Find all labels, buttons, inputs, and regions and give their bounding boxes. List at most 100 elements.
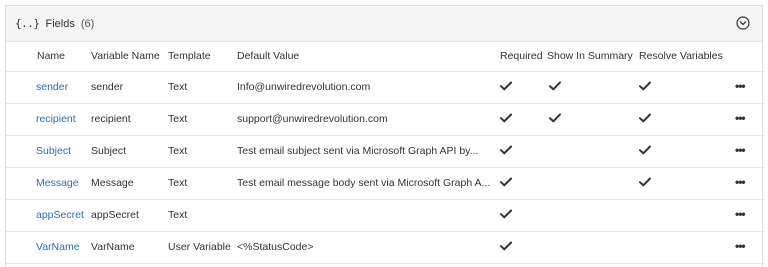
check-icon [639, 113, 651, 122]
resolve-variables-cell [639, 167, 735, 200]
field-name-cell: sender [6, 71, 91, 104]
resolve-variables-cell [639, 103, 735, 136]
field-name-cell: Message [6, 167, 91, 200]
variable-name-cell: recipient [91, 103, 168, 136]
field-name-cell: recipient [6, 103, 91, 136]
show-in-summary-cell [547, 71, 639, 104]
template-cell: Text [168, 199, 237, 232]
variable-name: Message [91, 177, 134, 189]
variable-name-cell: appSecret [91, 199, 168, 232]
col-header-template[interactable]: Template [168, 42, 237, 72]
resolve-variables-cell [639, 135, 735, 168]
resolve-variables-cell [639, 71, 735, 104]
table-row[interactable]: appSecret appSecret Text ••• [6, 199, 764, 232]
table-header-row: Name Variable Name Template Default Valu… [6, 42, 764, 72]
template-value: User Variable [168, 241, 231, 253]
template-cell: Text [168, 71, 237, 104]
required-cell [500, 103, 547, 136]
variable-name: sender [91, 81, 124, 93]
row-actions-cell: ••• [735, 199, 764, 232]
template-value: Text [168, 81, 188, 93]
field-name-link[interactable]: recipient [36, 113, 76, 125]
col-header-variable-name[interactable]: Variable Name [91, 42, 168, 72]
template-cell: User Variable [168, 231, 237, 264]
required-cell [500, 135, 547, 168]
row-actions-cell: ••• [735, 135, 764, 168]
check-icon [639, 177, 651, 186]
more-horizontal-icon[interactable]: ••• [735, 240, 746, 252]
required-cell [500, 71, 547, 104]
col-header-resolve-variables[interactable]: Resolve Variables [639, 42, 735, 72]
default-value: <%StatusCode> [237, 241, 314, 253]
check-icon [639, 145, 651, 154]
col-header-required[interactable]: Required [500, 42, 547, 72]
col-header-actions [735, 42, 764, 72]
variable-name: VarName [91, 241, 135, 253]
check-icon [500, 209, 512, 218]
default-value: Info@unwiredrevolution.com [237, 81, 371, 93]
template-cell: Text [168, 167, 237, 200]
show-in-summary-cell [547, 167, 639, 200]
template-value: Text [168, 177, 188, 189]
check-icon [500, 81, 512, 90]
required-cell [500, 167, 547, 200]
table-row[interactable]: recipient recipient Text support@unwiredrev… [6, 103, 764, 136]
more-horizontal-icon[interactable]: ••• [735, 176, 746, 188]
variable-name: appSecret [91, 209, 139, 221]
field-name-cell: appSecret [6, 199, 91, 232]
template-value: Text [168, 209, 188, 221]
more-horizontal-icon[interactable]: ••• [735, 208, 746, 220]
show-in-summary-cell [547, 103, 639, 136]
panel-title: Fields [45, 17, 75, 30]
variable-name: recipient [91, 113, 131, 125]
table-row[interactable]: Message Message Text Test email message bod… [6, 167, 764, 200]
more-horizontal-icon[interactable]: ••• [735, 144, 746, 156]
field-count: (6) [80, 17, 95, 30]
template-value: Text [168, 113, 188, 125]
field-name-link[interactable]: Message [36, 177, 79, 189]
show-in-summary-cell [547, 231, 639, 264]
table-row[interactable]: Subject Subject Text Test email subject sen… [6, 135, 764, 168]
default-value-cell: <%StatusCode> [237, 231, 500, 264]
check-icon [500, 241, 512, 250]
row-actions-cell: ••• [735, 167, 764, 200]
field-name-link[interactable]: sender [36, 81, 68, 93]
check-icon [549, 81, 561, 90]
show-in-summary-cell [547, 199, 639, 232]
chevron-down-circle-icon [736, 16, 750, 30]
col-header-show-in-summary[interactable]: Show In Summary [547, 42, 639, 72]
default-value-cell: Info@unwiredrevolution.com [237, 71, 500, 104]
template-cell: Text [168, 135, 237, 168]
check-icon [500, 113, 512, 122]
template-value: Text [168, 145, 188, 157]
required-cell [500, 199, 547, 232]
check-icon [549, 113, 561, 122]
default-value: Test email subject sent via Microsoft Gr… [237, 145, 479, 157]
template-cell: Text [168, 103, 237, 136]
braces-icon: {..} [15, 17, 40, 30]
row-actions-cell: ••• [735, 231, 764, 264]
row-actions-cell: ••• [735, 71, 764, 104]
field-name-link[interactable]: appSecret [36, 209, 84, 221]
resolve-variables-cell [639, 199, 735, 232]
field-name-cell: VarName [6, 231, 91, 264]
more-horizontal-icon[interactable]: ••• [735, 112, 746, 124]
default-value-cell [237, 199, 500, 232]
collapse-button[interactable] [736, 16, 750, 30]
variable-name-cell: Subject [91, 135, 168, 168]
field-name-link[interactable]: VarName [36, 241, 80, 253]
field-name-link[interactable]: Subject [36, 145, 71, 157]
default-value: Test email message body sent via Microso… [237, 177, 491, 189]
show-in-summary-cell [547, 135, 639, 168]
table-row[interactable]: sender sender Text Info@unwiredrevolution.c… [6, 71, 764, 104]
more-horizontal-icon[interactable]: ••• [735, 80, 746, 92]
col-header-default-value[interactable]: Default Value [237, 42, 500, 72]
field-name-cell: Subject [6, 135, 91, 168]
check-icon [500, 177, 512, 186]
col-header-name[interactable]: Name [6, 42, 91, 72]
fields-panel: {..} Fields (6) Name Variable Name Templ… [5, 5, 764, 267]
fields-table: Name Variable Name Template Default Valu… [6, 42, 764, 264]
table-row[interactable]: VarName VarName User Variable <%StatusCode>… [6, 231, 764, 264]
variable-name: Subject [91, 145, 127, 157]
fields-panel-header[interactable]: {..} Fields (6) [6, 6, 762, 42]
